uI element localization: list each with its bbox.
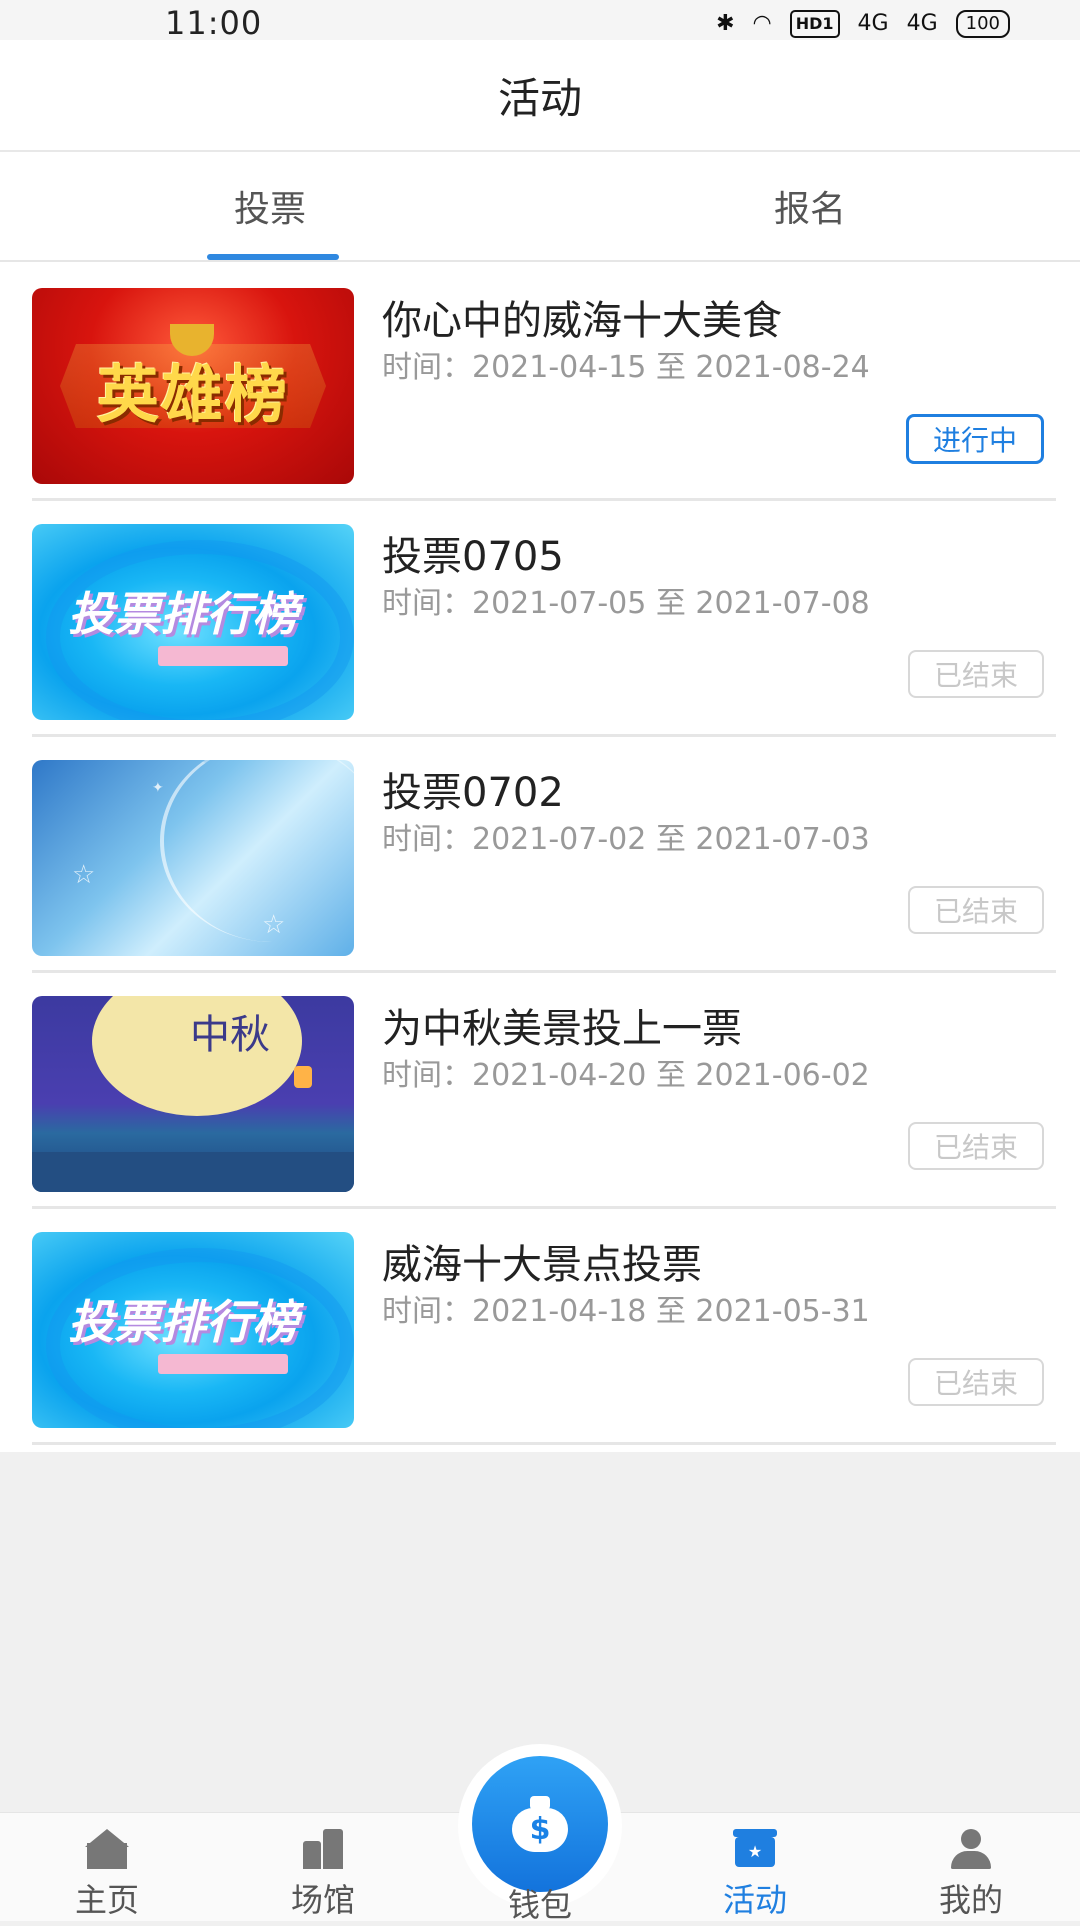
signal-4g-icon: 4G [906,11,938,36]
activity-item[interactable]: 中秋 为中秋美景投上一票 时间：2021-04-20 至 2021-06-02 … [32,970,1056,1209]
tab-venue[interactable]: 场馆 [248,1813,398,1921]
wifi-icon: ◠ [752,11,772,36]
tab-strip: 投票 报名 [0,152,1080,262]
status-icons: ✱ ◠ HD1 4G 4G 100 [716,10,1010,38]
tab-activity[interactable]: ★ 活动 [680,1813,830,1921]
status-badge: 已结束 [908,886,1044,934]
star-icon: ☆ [262,910,286,940]
tab-vote-label: 投票 [233,189,306,230]
activity-item[interactable]: 投票排行榜 投票0705 时间：2021-07-05 至 2021-07-08 … [32,498,1056,737]
tab-home[interactable]: 主页 [32,1813,182,1921]
thumbnail-caption: 投票排行榜 [68,587,298,641]
activity-item[interactable]: ☆ ☆ ✦ 投票0702 时间：2021-07-02 至 2021-07-03 … [32,734,1056,973]
status-badge: 已结束 [908,1122,1044,1170]
tab-wallet-label: 钱包 [507,1886,572,1924]
tab-signup-label: 报名 [773,189,846,230]
activity-time: 时间：2021-04-18 至 2021-05-31 [382,1294,870,1329]
signal-4g-icon: 4G [857,11,889,36]
tab-signup[interactable]: 报名 [540,152,1080,260]
status-bar: 11:00 ✱ ◠ HD1 4G 4G 100 [0,0,1080,42]
tab-venue-label: 场馆 [290,1881,355,1919]
activity-thumbnail: ☆ ☆ ✦ [32,760,354,956]
star-icon: ☆ [72,860,96,890]
activity-item[interactable]: 英雄榜 你心中的威海十大美食 时间：2021-04-15 至 2021-08-2… [32,262,1056,501]
activity-icon: ★ [733,1829,777,1869]
activity-thumbnail: 英雄榜 [32,288,354,484]
activity-title: 你心中的威海十大美食 [382,298,782,344]
activity-title: 为中秋美景投上一票 [382,1006,742,1052]
user-icon [949,1829,993,1869]
page-title: 活动 [497,73,582,123]
thumbnail-caption: 中秋 [190,1012,270,1058]
hd-icon: HD1 [789,10,840,38]
home-icon [85,1829,129,1869]
venue-icon [301,1829,345,1869]
status-time: 11:00 [165,4,263,42]
activity-list: 英雄榜 你心中的威海十大美食 时间：2021-04-15 至 2021-08-2… [0,262,1080,1452]
wallet-icon: $ [512,1796,568,1852]
tab-me-label: 我的 [938,1881,1003,1919]
activity-time: 时间：2021-07-05 至 2021-07-08 [382,586,870,621]
star-icon: ✦ [152,780,164,796]
activity-item[interactable]: 投票排行榜 威海十大景点投票 时间：2021-04-18 至 2021-05-3… [32,1206,1056,1445]
lantern-icon [294,1066,312,1088]
status-badge: 已结束 [908,1358,1044,1406]
activity-title: 投票0702 [382,770,564,816]
active-tab-indicator [207,254,339,260]
tab-activity-label: 活动 [722,1881,787,1919]
activity-time: 时间：2021-04-15 至 2021-08-24 [382,350,870,385]
tab-vote[interactable]: 投票 [0,152,540,260]
activity-title: 威海十大景点投票 [382,1242,702,1288]
bluetooth-icon: ✱ [716,11,735,36]
thumbnail-caption: 投票排行榜 [68,1295,298,1349]
thumbnail-caption: 英雄榜 [96,358,289,431]
wallet-button[interactable]: $ [472,1756,608,1892]
tab-me[interactable]: 我的 [896,1813,1046,1921]
activity-time: 时间：2021-04-20 至 2021-06-02 [382,1058,870,1093]
status-badge: 已结束 [908,650,1044,698]
activity-thumbnail: 投票排行榜 [32,1232,354,1428]
activity-title: 投票0705 [382,534,564,580]
activity-thumbnail: 投票排行榜 [32,524,354,720]
battery-icon: 100 [955,10,1010,38]
status-badge: 进行中 [906,414,1044,464]
page-header: 活动 [0,40,1080,152]
activity-time: 时间：2021-07-02 至 2021-07-03 [382,822,870,857]
activity-thumbnail: 中秋 [32,996,354,1192]
tab-home-label: 主页 [74,1881,139,1919]
